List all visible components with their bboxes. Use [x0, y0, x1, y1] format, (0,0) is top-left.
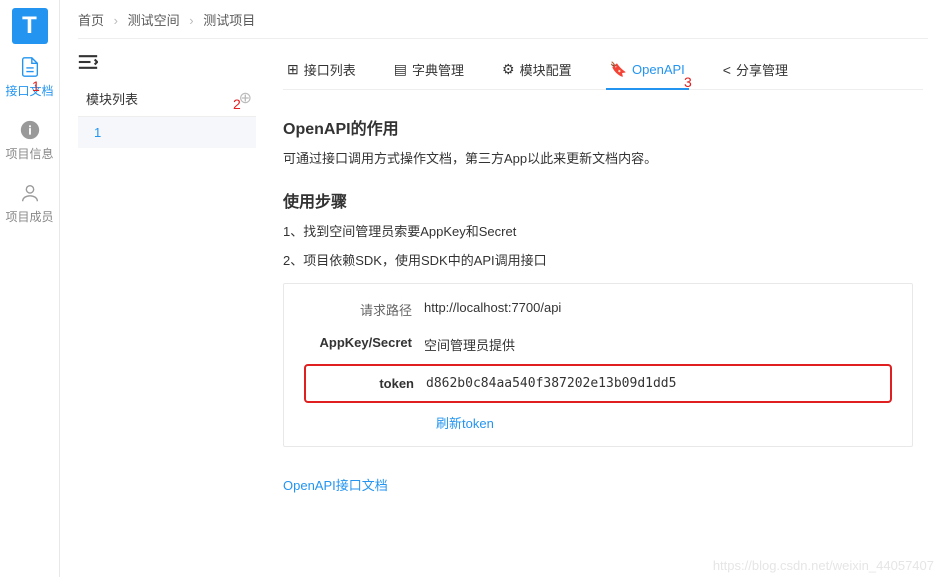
- sidebar: T 接口文档 项目信息 项目成员: [0, 0, 60, 577]
- appkey-label: AppKey/Secret: [304, 335, 424, 350]
- share-icon: <: [723, 62, 731, 78]
- tab-api-list[interactable]: ⊞ 接口列表: [283, 54, 360, 89]
- token-label: token: [306, 376, 426, 391]
- user-icon: [19, 182, 41, 204]
- content: OpenAPI的作用 可通过接口调用方式操作文档，第三方App以此来更新文档内容…: [283, 115, 913, 494]
- openapi-description: 可通过接口调用方式操作文档，第三方App以此来更新文档内容。: [283, 149, 913, 170]
- module-list-item[interactable]: 1: [78, 117, 256, 148]
- tab-label: OpenAPI: [632, 62, 685, 77]
- nav-label: 项目信息: [5, 145, 53, 162]
- chevron-right-icon: ›: [114, 13, 118, 28]
- module-header: 模块列表 ⊕: [78, 82, 256, 117]
- list-icon: ▤: [394, 61, 407, 78]
- tab-dict[interactable]: ▤ 字典管理: [390, 54, 468, 89]
- path-label: 请求路径: [304, 300, 424, 319]
- info-box: 请求路径 http://localhost:7700/api AppKey/Se…: [283, 283, 913, 447]
- step-2: 2、项目依赖SDK，使用SDK中的API调用接口: [283, 251, 913, 272]
- nav-api-doc[interactable]: 接口文档: [0, 44, 60, 107]
- appkey-value: 空间管理员提供: [424, 335, 515, 354]
- tab-label: 分享管理: [736, 60, 788, 79]
- module-list-title: 模块列表: [86, 89, 138, 108]
- breadcrumb-home[interactable]: 首页: [78, 13, 104, 28]
- breadcrumb: 首页 › 测试空间 › 测试项目: [78, 10, 255, 29]
- tab-label: 字典管理: [412, 60, 464, 79]
- grid-icon: ⊞: [287, 61, 299, 78]
- path-value: http://localhost:7700/api: [424, 300, 561, 315]
- add-module-icon[interactable]: ⊕: [239, 88, 252, 108]
- tab-openapi[interactable]: 🔖 OpenAPI: [606, 54, 689, 90]
- tab-label: 接口列表: [304, 60, 356, 79]
- chevron-right-icon: ›: [189, 13, 193, 28]
- gear-icon: ⚙: [502, 61, 515, 78]
- module-panel: 模块列表 ⊕ 1: [78, 82, 256, 148]
- nav-label: 接口文档: [5, 82, 53, 99]
- nav-label: 项目成员: [5, 208, 53, 225]
- info-row-appkey: AppKey/Secret 空间管理员提供: [304, 335, 892, 354]
- breadcrumb-space[interactable]: 测试空间: [128, 13, 180, 28]
- openapi-doc-link[interactable]: OpenAPI接口文档: [283, 475, 388, 494]
- nav-project-info[interactable]: 项目信息: [0, 107, 60, 170]
- toc-icon[interactable]: [78, 54, 98, 70]
- refresh-token-link[interactable]: 刷新token: [436, 413, 892, 432]
- bookmark-icon: 🔖: [610, 61, 627, 78]
- tabs: ⊞ 接口列表 ▤ 字典管理 ⚙ 模块配置 🔖 OpenAPI < 分享管理: [283, 54, 923, 90]
- tab-module-config[interactable]: ⚙ 模块配置: [498, 54, 576, 89]
- tab-label: 模块配置: [520, 60, 572, 79]
- token-value: d862b0c84aa540f387202e13b09d1dd5: [426, 376, 676, 391]
- breadcrumb-project[interactable]: 测试项目: [203, 13, 255, 28]
- watermark: https://blog.csdn.net/weixin_44057407: [713, 558, 934, 573]
- divider: [78, 38, 928, 39]
- nav-project-members[interactable]: 项目成员: [0, 170, 60, 233]
- info-row-path: 请求路径 http://localhost:7700/api: [304, 300, 892, 319]
- app-logo[interactable]: T: [12, 8, 48, 44]
- step-1: 1、找到空间管理员索要AppKey和Secret: [283, 222, 913, 243]
- token-box: token d862b0c84aa540f387202e13b09d1dd5: [304, 364, 892, 403]
- tab-share[interactable]: < 分享管理: [719, 54, 792, 89]
- heading-openapi-purpose: OpenAPI的作用: [283, 115, 913, 139]
- heading-steps: 使用步骤: [283, 188, 913, 212]
- info-icon: [19, 119, 41, 141]
- file-icon: [19, 56, 41, 78]
